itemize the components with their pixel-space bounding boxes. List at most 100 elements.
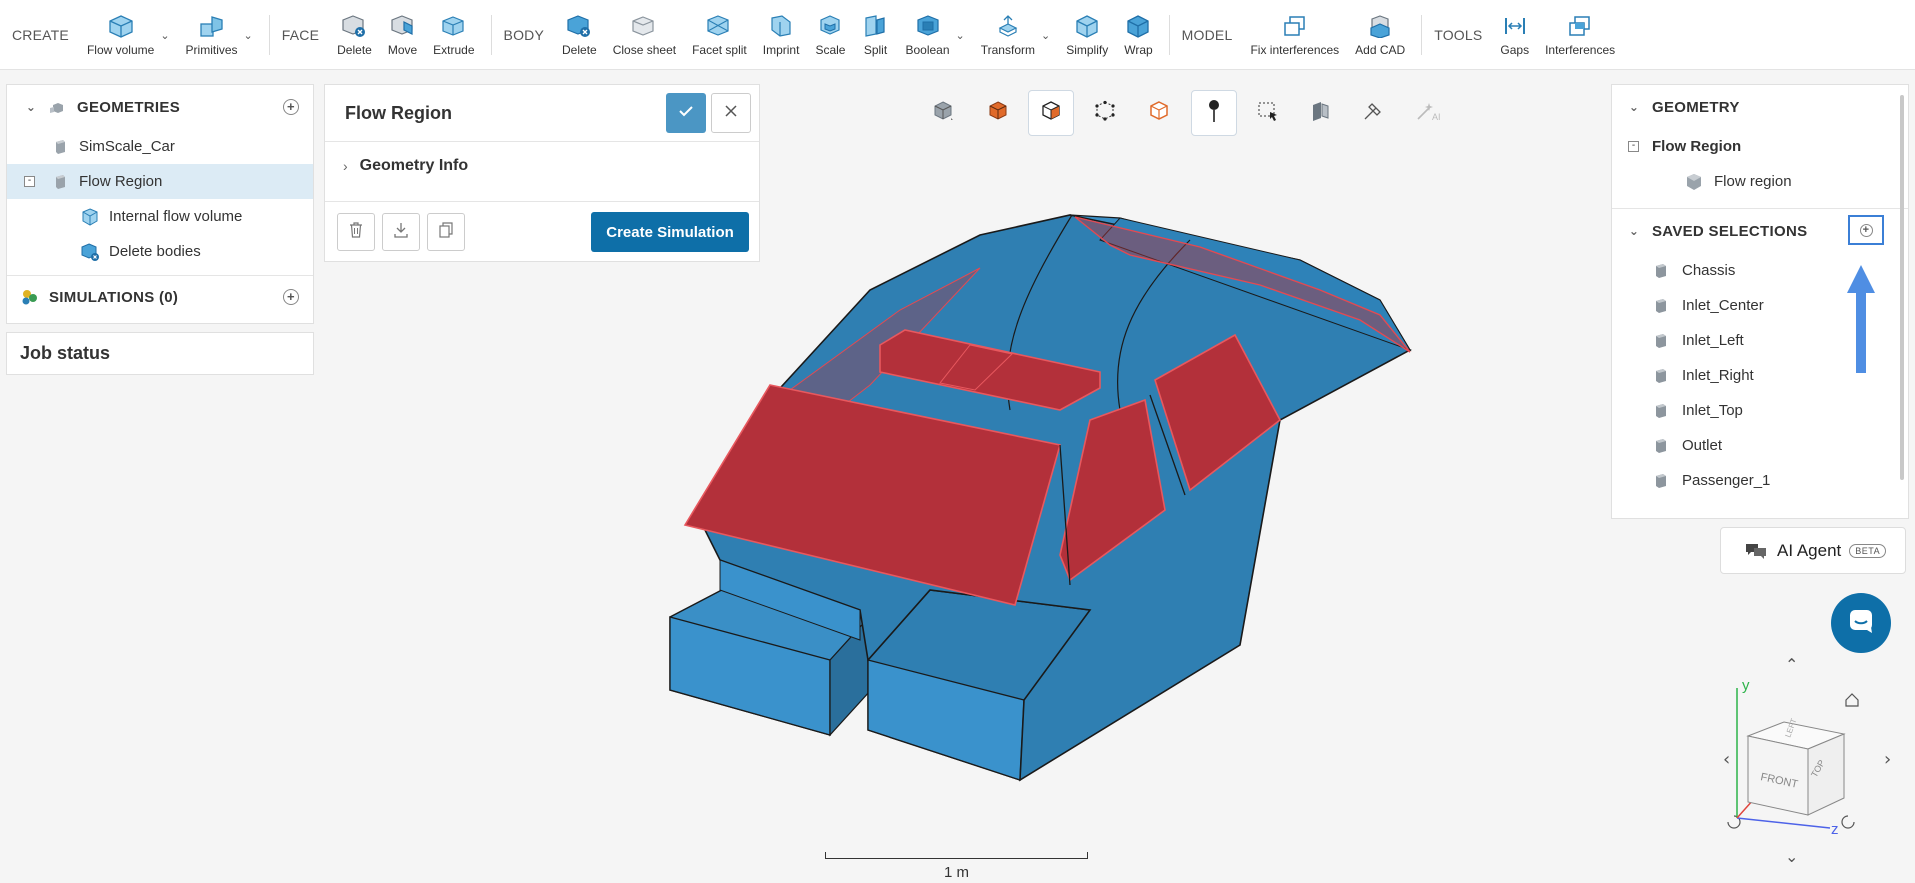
download-button[interactable] [382,213,420,251]
box-select-icon [1257,100,1279,127]
geometry-info-section[interactable]: › Geometry Info [343,147,468,185]
saved-selection-item[interactable]: Inlet_Top [1612,393,1908,428]
beta-badge: BETA [1849,543,1887,558]
scale-button[interactable]: Scale [815,7,845,63]
navigation-cube[interactable]: ⌃ ⌄ ‹ › y x z FRONT TOP LEFT [1720,650,1910,875]
face-delete-button[interactable]: Delete [337,7,372,63]
select-edge-button[interactable] [1136,90,1182,136]
ai-agent-button[interactable]: AI Agent BETA [1720,527,1906,574]
chevron-down-icon[interactable]: ⌄ [1626,100,1642,114]
trash-icon [349,221,363,243]
ai-tool-button[interactable]: AI [1405,90,1451,136]
face-move-button[interactable]: Move [388,7,417,63]
chevron-down-icon: ⌄ [1785,847,1798,866]
section-view-button[interactable] [1297,90,1343,136]
close-button[interactable] [711,93,751,133]
measure-button[interactable] [1350,90,1396,136]
flow-volume-button[interactable]: Flow volume ⌄ [87,7,170,63]
flow-region-item[interactable]: - Flow Region [1612,129,1908,164]
selection-icon [1654,438,1668,454]
duplicate-button[interactable] [427,213,465,251]
gaps-button[interactable]: Gaps [1500,7,1529,63]
point-probe-button[interactable] [1191,90,1237,136]
collapse-icon[interactable]: - [1628,141,1639,152]
selection-icon [1654,263,1668,279]
simplify-button[interactable]: Simplify [1066,7,1108,63]
simulations-icon [21,288,39,306]
home-icon [1845,693,1859,707]
saved-selection-label: Chassis [1682,262,1736,279]
saved-selection-label: Inlet_Right [1682,367,1754,384]
transform-button[interactable]: Transform ⌄ [981,7,1050,63]
delete-button[interactable] [337,213,375,251]
saved-selections-header[interactable]: ⌄ SAVED SELECTIONS + [1612,209,1908,253]
face-extrude-button[interactable]: Extrude [433,7,475,63]
boolean-button[interactable]: Boolean ⌄ [905,7,965,63]
split-button[interactable]: Split [861,7,889,63]
wrap-button[interactable]: Wrap [1124,7,1153,63]
chevron-up-icon: ⌃ [1785,655,1798,674]
add-selection-button[interactable]: + [1848,215,1884,245]
tree-item-simscale-car[interactable]: SimScale_Car [7,129,313,164]
copy-icon [439,221,453,243]
download-icon [394,222,408,243]
toolbar-divider [1168,14,1170,55]
tree-item-delete-bodies[interactable]: Delete bodies [7,234,313,269]
select-face-button[interactable] [1028,90,1074,136]
plus-icon: + [1859,223,1873,237]
geometries-header[interactable]: ⌄ GEOMETRIES + [7,85,313,129]
simulations-header[interactable]: SIMULATIONS (0) + [7,276,313,318]
imprint-button[interactable]: Imprint [763,7,799,63]
view-cube-toggle[interactable] [920,90,966,136]
selection-icon [1654,298,1668,314]
scrollbar[interactable] [1900,95,1904,480]
add-geometry-button[interactable]: + [283,99,299,115]
primitives-icon [198,13,226,39]
confirm-button[interactable] [666,93,706,133]
saved-selection-label: Outlet [1682,437,1723,454]
add-simulation-button[interactable]: + [283,289,299,305]
3d-viewport[interactable] [640,205,1420,805]
chevron-down-icon[interactable]: ⌄ [23,100,39,114]
geometry-header[interactable]: ⌄ GEOMETRY [1612,85,1908,129]
checkmark-icon [678,104,694,122]
facet-split-icon [705,13,733,39]
fix-interferences-button[interactable]: Fix interferences [1250,7,1339,63]
interferences-button[interactable]: Interferences [1545,7,1615,63]
add-cad-button[interactable]: Add CAD [1355,7,1405,63]
primitives-button[interactable]: Primitives ⌄ [186,7,253,63]
chevron-down-icon[interactable]: ⌄ [1626,224,1642,238]
model-group-label: MODEL [1181,26,1233,43]
close-sheet-button[interactable]: Close sheet [613,7,676,63]
chevron-down-icon: ⌄ [955,29,965,42]
boolean-icon [914,13,942,39]
job-status-panel[interactable]: Job status [6,332,314,375]
saved-selection-label: Passenger_1 [1682,472,1771,489]
facet-split-button[interactable]: Facet split [692,7,747,63]
saved-selection-item[interactable]: Passenger_1 [1612,463,1908,498]
scale-bar [825,852,1088,859]
flow-region-child[interactable]: Flow region [1612,164,1908,199]
selection-icon [1654,473,1668,489]
saved-selection-label: Inlet_Center [1682,297,1764,314]
collapse-icon[interactable]: - [24,176,35,187]
chat-icon [1745,542,1767,560]
chat-icon [1847,607,1875,640]
support-chat-button[interactable] [1831,593,1891,653]
cube-view-icon [932,100,954,127]
arrow-up-icon [1847,265,1875,373]
tree-item-flow-region[interactable]: - Flow Region [7,164,313,199]
rotate-icon [1841,815,1855,829]
select-body-button[interactable] [975,90,1021,136]
main-toolbar: CREATE Flow volume ⌄ Primitives ⌄ FACE D… [0,0,1915,70]
tree-item-internal-flow-volume[interactable]: Internal flow volume [7,199,313,234]
toolbar-divider [490,14,492,55]
close-icon [725,104,737,122]
divider [325,141,759,142]
box-select-button[interactable] [1245,90,1291,136]
body-delete-button[interactable]: Delete [562,7,597,63]
create-group-label: CREATE [12,26,69,43]
divider [1612,199,1908,209]
select-vertex-button[interactable] [1082,90,1128,136]
saved-selection-item[interactable]: Outlet [1612,428,1908,463]
